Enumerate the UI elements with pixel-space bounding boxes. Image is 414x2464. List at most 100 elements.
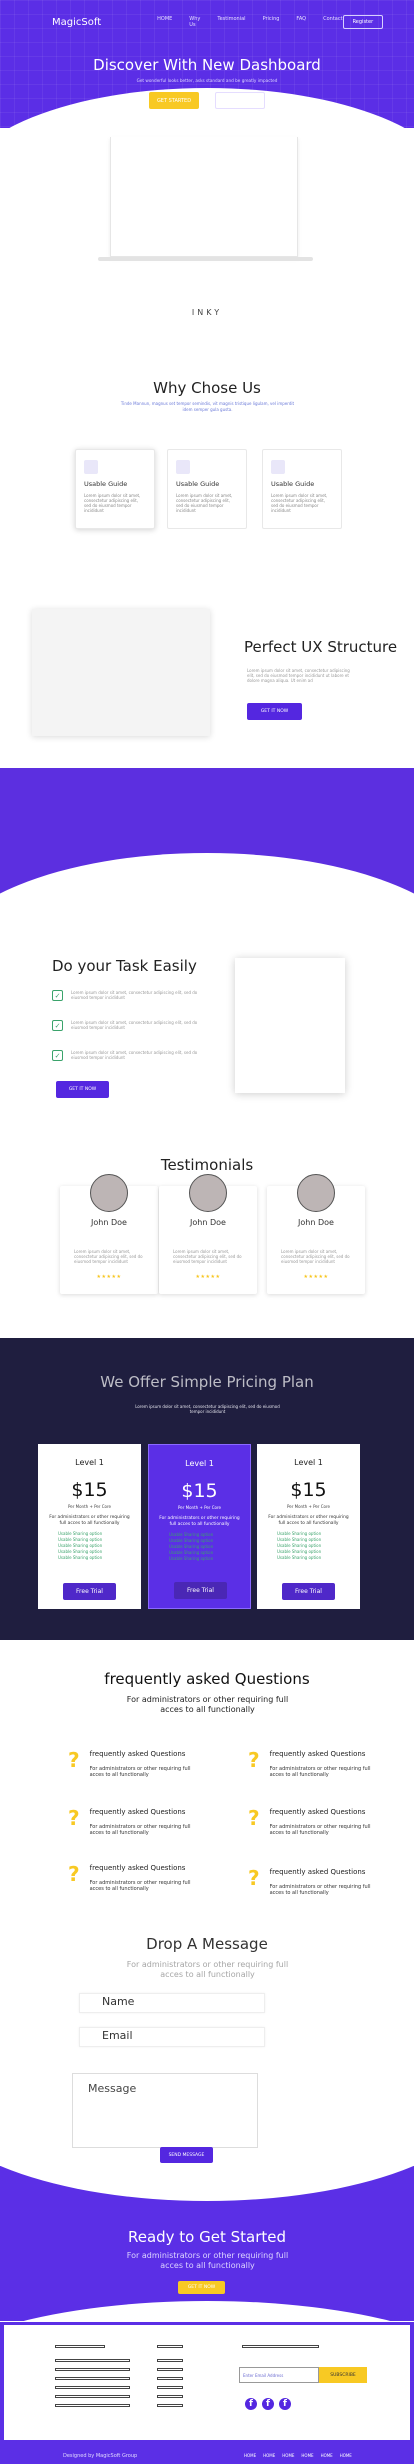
task-image [235,958,345,1093]
pricing-section: We Offer Simple Pricing Plan Lorem ipsum… [0,1338,414,1640]
footer-line [157,2345,183,2348]
faq-question: frequently asked Questions [89,1864,186,1872]
faq-answer: For administrators or other requiring fu… [269,1884,371,1896]
top-nav: MagicSoft HOME Why Us Testimonial Pricin… [0,14,414,30]
ux-get-it-button[interactable]: GET IT NOW [247,703,302,720]
name-field[interactable]: Name [79,1993,265,2013]
testimonial-name: John Doe [91,1218,127,1227]
nav-link-home[interactable]: HOME [157,16,172,28]
play-video-button[interactable]: PLAY VIDEO [215,92,265,109]
facebook-icon[interactable]: f [245,2398,257,2410]
plan-feature: Usable Sharing option [58,1555,103,1560]
message-field[interactable]: Message [72,2073,258,2148]
footer-link[interactable]: HOME [321,2453,333,2458]
page: MagicSoft HOME Why Us Testimonial Pricin… [0,0,414,2464]
subscribe-button[interactable]: SUBSCRIBE [319,2367,367,2383]
feature-text: Lorem ipsum dolor sit amet, consectetur … [176,493,233,513]
feature-icon [176,460,190,474]
footer-line [55,2377,130,2380]
avatar [297,1174,335,1212]
feature-card[interactable]: Usable Guide Lorem ipsum dolor sit amet,… [75,449,155,529]
footer-line [157,2395,183,2398]
cta-bottom-wave [0,2301,414,2321]
footer-line [242,2345,319,2348]
footer-link[interactable]: HOME [282,2453,294,2458]
pricing-card: Level 1 $15 Per Month + Per Core For adm… [38,1444,141,1609]
logo[interactable]: MagicSoft [52,17,101,28]
ux-image [32,609,210,736]
faq-question: frequently asked Questions [269,1750,366,1758]
feature-title: Usable Guide [271,480,315,488]
plan-description: For administrators or other requiring fu… [159,1516,240,1527]
faq-item[interactable]: ? frequently asked Questions For adminis… [248,1748,378,1778]
footer-panel: Enter Email Address SUBSCRIBE f f f [4,2325,410,2440]
testimonial-card: John Doe Lorem ipsum dolor sit amet, con… [159,1174,257,1294]
task-item: ✓ Lorem ipsum dolor sit amet, consectetu… [52,1020,201,1031]
pricing-card-featured: Level 1 $15 Per Month + Per Core For adm… [148,1444,251,1609]
facebook-icon[interactable]: f [279,2398,291,2410]
faq-item[interactable]: ? frequently asked Questions For adminis… [68,1806,198,1836]
check-icon: ✓ [52,990,63,1001]
plan-level: Level 1 [185,1459,214,1468]
task-get-it-button[interactable]: GET IT NOW [56,1081,109,1098]
plan-features: Usable Sharing option Usable Sharing opt… [169,1532,250,1562]
ux-title: Perfect UX Structure [244,638,398,656]
plan-period: Per Month + Per Core [287,1504,330,1509]
register-button[interactable]: Register [342,15,384,29]
band-wave [0,853,414,908]
cta-button[interactable]: GET IT NOW [178,2281,225,2294]
testimonial-card: John Doe Lorem ipsum dolor sit amet, con… [267,1174,365,1294]
get-started-button[interactable]: GET STARTED [149,92,199,109]
testimonial-name: John Doe [298,1218,334,1227]
footer-link[interactable]: HOME [244,2453,256,2458]
footer-line [157,2377,183,2380]
feature-text: Lorem ipsum dolor sit amet, consectetur … [271,493,328,513]
send-message-button[interactable]: SEND MESSAGE [160,2147,213,2163]
brand-text: INKY [191,308,223,317]
question-icon: ? [248,1866,260,1890]
plan-price: $15 [181,1480,218,1502]
free-trial-button[interactable]: Free Trial [63,1583,116,1600]
testimonials-title: Testimonials [160,1156,254,1174]
testimonial-text: Lorem ipsum dolor sit amet, consectetur … [173,1249,242,1264]
question-icon: ? [68,1806,80,1830]
footer-link[interactable]: HOME [340,2453,352,2458]
footer-line [55,2345,105,2348]
footer-line [55,2359,130,2362]
facebook-icon[interactable]: f [262,2398,274,2410]
nav-link-why-us[interactable]: Why Us [189,16,200,28]
footer-link[interactable]: HOME [263,2453,275,2458]
faq-answer: For administrators or other requiring fu… [89,1880,191,1892]
nav-link-pricing[interactable]: Pricing [263,16,280,28]
plan-description: For administrators or other requiring fu… [49,1515,130,1526]
check-icon: ✓ [52,1020,63,1031]
faq-item[interactable]: ? frequently asked Questions For adminis… [68,1862,198,1892]
faq-item[interactable]: ? frequently asked Questions For adminis… [248,1806,378,1836]
faq-answer: For administrators or other requiring fu… [89,1824,191,1836]
footer-line [157,2368,183,2371]
contact-subtitle: For administrators or other requiring fu… [126,1960,289,1979]
footer-link[interactable]: HOME [301,2453,313,2458]
star-rating: ★★★★★ [96,1274,122,1280]
subscribe-email-input[interactable]: Enter Email Address [239,2367,319,2383]
faq-item[interactable]: ? frequently asked Questions For adminis… [68,1748,198,1778]
free-trial-button[interactable]: Free Trial [174,1582,227,1599]
faq-answer: For administrators or other requiring fu… [89,1766,191,1778]
testimonial-card: John Doe Lorem ipsum dolor sit amet, con… [60,1174,158,1294]
plan-feature: Usable Sharing option [277,1555,322,1560]
avatar [189,1174,227,1212]
nav-link-faq[interactable]: FAQ [296,16,306,28]
feature-card[interactable]: Usable Guide Lorem ipsum dolor sit amet,… [167,449,247,529]
plan-level: Level 1 [294,1458,323,1467]
nav-link-contact[interactable]: Contact [323,16,342,28]
email-field[interactable]: Email [79,2027,265,2047]
pricing-title: We Offer Simple Pricing Plan [100,1373,314,1391]
why-subtitle: Tinde Mannun, magnus set tempor semindis… [120,401,295,412]
feature-text: Lorem ipsum dolor sit amet, consectetur … [84,493,141,513]
free-trial-button[interactable]: Free Trial [282,1583,335,1600]
footer-line [55,2395,130,2398]
nav-link-testimonial[interactable]: Testimonial [217,16,245,28]
question-icon: ? [68,1862,80,1886]
faq-item[interactable]: ? frequently asked Questions For adminis… [248,1866,378,1896]
feature-card[interactable]: Usable Guide Lorem ipsum dolor sit amet,… [262,449,342,529]
